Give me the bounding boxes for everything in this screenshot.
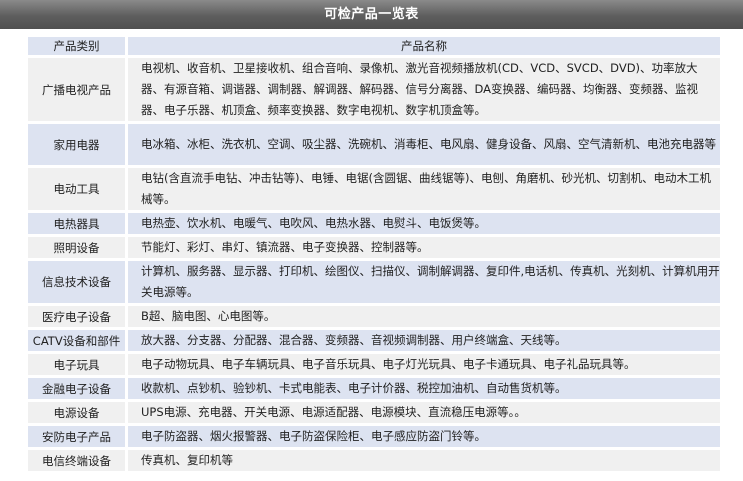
page-title: 可检产品一览表 (0, 0, 743, 29)
row-products: 收款机、点钞机、验钞机、卡式电能表、电子计价器、税控加油机、自动售货机等。 (128, 378, 720, 399)
table-row: 医疗电子设备 B超、脑电图、心电图等。 (28, 306, 720, 327)
row-products: 电子动物玩具、电子车辆玩具、电子音乐玩具、电子灯光玩具、电子卡通玩具、电子礼品玩… (128, 354, 720, 375)
row-category: 电子玩具 (28, 354, 128, 375)
row-products: 节能灯、彩灯、串灯、镇流器、电子变换器、控制器等。 (128, 237, 720, 258)
row-products: UPS电源、充电器、开关电源、电源适配器、电源模块、直流稳压电源等。。 (128, 402, 720, 423)
table-row: 安防电子产品 电子防盗器、烟火报警器、电子防盗保险柜、电子感应防盗门铃等。 (28, 426, 720, 447)
row-products: 电视机、收音机、卫星接收机、组合音响、录像机、激光音视频播放机(CD、VCD、S… (128, 58, 720, 121)
table-header-row: 产品类别 产品名称 (28, 37, 720, 55)
row-products: 放大器、分支器、分配器、混合器、变频器、音视频调制器、用户终端盒、天线等。 (128, 330, 720, 351)
table-row: 家用电器 电冰箱、冰柜、洗衣机、空调、吸尘器、洗碗机、消毒柜、电风扇、健身设备、… (28, 124, 720, 165)
table-row: 电源设备 UPS电源、充电器、开关电源、电源适配器、电源模块、直流稳压电源等。。 (28, 402, 720, 423)
product-table: 产品类别 产品名称 广播电视产品 电视机、收音机、卫星接收机、组合音响、录像机、… (28, 34, 720, 474)
row-products: 电子防盗器、烟火报警器、电子防盗保险柜、电子感应防盗门铃等。 (128, 426, 720, 447)
row-category: 电动工具 (28, 168, 128, 210)
row-category: 电信终端设备 (28, 450, 128, 471)
table-row: CATV设备和部件 放大器、分支器、分配器、混合器、变频器、音视频调制器、用户终… (28, 330, 720, 351)
row-category: 金融电子设备 (28, 378, 128, 399)
table-row: 金融电子设备 收款机、点钞机、验钞机、卡式电能表、电子计价器、税控加油机、自动售… (28, 378, 720, 399)
row-products: 电钻(含直流手电钻、冲击钻等)、电锤、电锯(含圆锯、曲线锯等)、电刨、角磨机、砂… (128, 168, 720, 210)
row-category: 照明设备 (28, 237, 128, 258)
row-products: 电冰箱、冰柜、洗衣机、空调、吸尘器、洗碗机、消毒柜、电风扇、健身设备、风扇、空气… (128, 124, 720, 165)
page: 可检产品一览表 产品类别 产品名称 广播电视产品 电视机、收音机、卫星接收机、组… (0, 0, 743, 481)
row-category: 广播电视产品 (28, 58, 128, 121)
table-row: 信息技术设备 计算机、服务器、显示器、打印机、绘图仪、扫描仪、调制解调器、复印件… (28, 261, 720, 303)
row-category: 电源设备 (28, 402, 128, 423)
row-category: 医疗电子设备 (28, 306, 128, 327)
row-products: 传真机、复印机等 (128, 450, 720, 471)
row-products: 电热壶、饮水机、电暖气、电吹风、电热水器、电熨斗、电饭煲等。 (128, 213, 720, 234)
row-category: 信息技术设备 (28, 261, 128, 303)
table-row: 电信终端设备 传真机、复印机等 (28, 450, 720, 471)
header-product-names: 产品名称 (128, 37, 720, 55)
row-products: B超、脑电图、心电图等。 (128, 306, 720, 327)
table-row: 电热器具 电热壶、饮水机、电暖气、电吹风、电热水器、电熨斗、电饭煲等。 (28, 213, 720, 234)
row-category: CATV设备和部件 (28, 330, 128, 351)
product-table-container: 产品类别 产品名称 广播电视产品 电视机、收音机、卫星接收机、组合音响、录像机、… (28, 37, 720, 474)
row-category: 安防电子产品 (28, 426, 128, 447)
table-row: 电动工具 电钻(含直流手电钻、冲击钻等)、电锤、电锯(含圆锯、曲线锯等)、电刨、… (28, 168, 720, 210)
table-row: 广播电视产品 电视机、收音机、卫星接收机、组合音响、录像机、激光音视频播放机(C… (28, 58, 720, 121)
row-category: 电热器具 (28, 213, 128, 234)
header-category: 产品类别 (28, 37, 128, 55)
table-row: 电子玩具 电子动物玩具、电子车辆玩具、电子音乐玩具、电子灯光玩具、电子卡通玩具、… (28, 354, 720, 375)
table-row: 照明设备 节能灯、彩灯、串灯、镇流器、电子变换器、控制器等。 (28, 237, 720, 258)
row-products: 计算机、服务器、显示器、打印机、绘图仪、扫描仪、调制解调器、复印件,电话机、传真… (128, 261, 720, 303)
row-category: 家用电器 (28, 124, 128, 165)
